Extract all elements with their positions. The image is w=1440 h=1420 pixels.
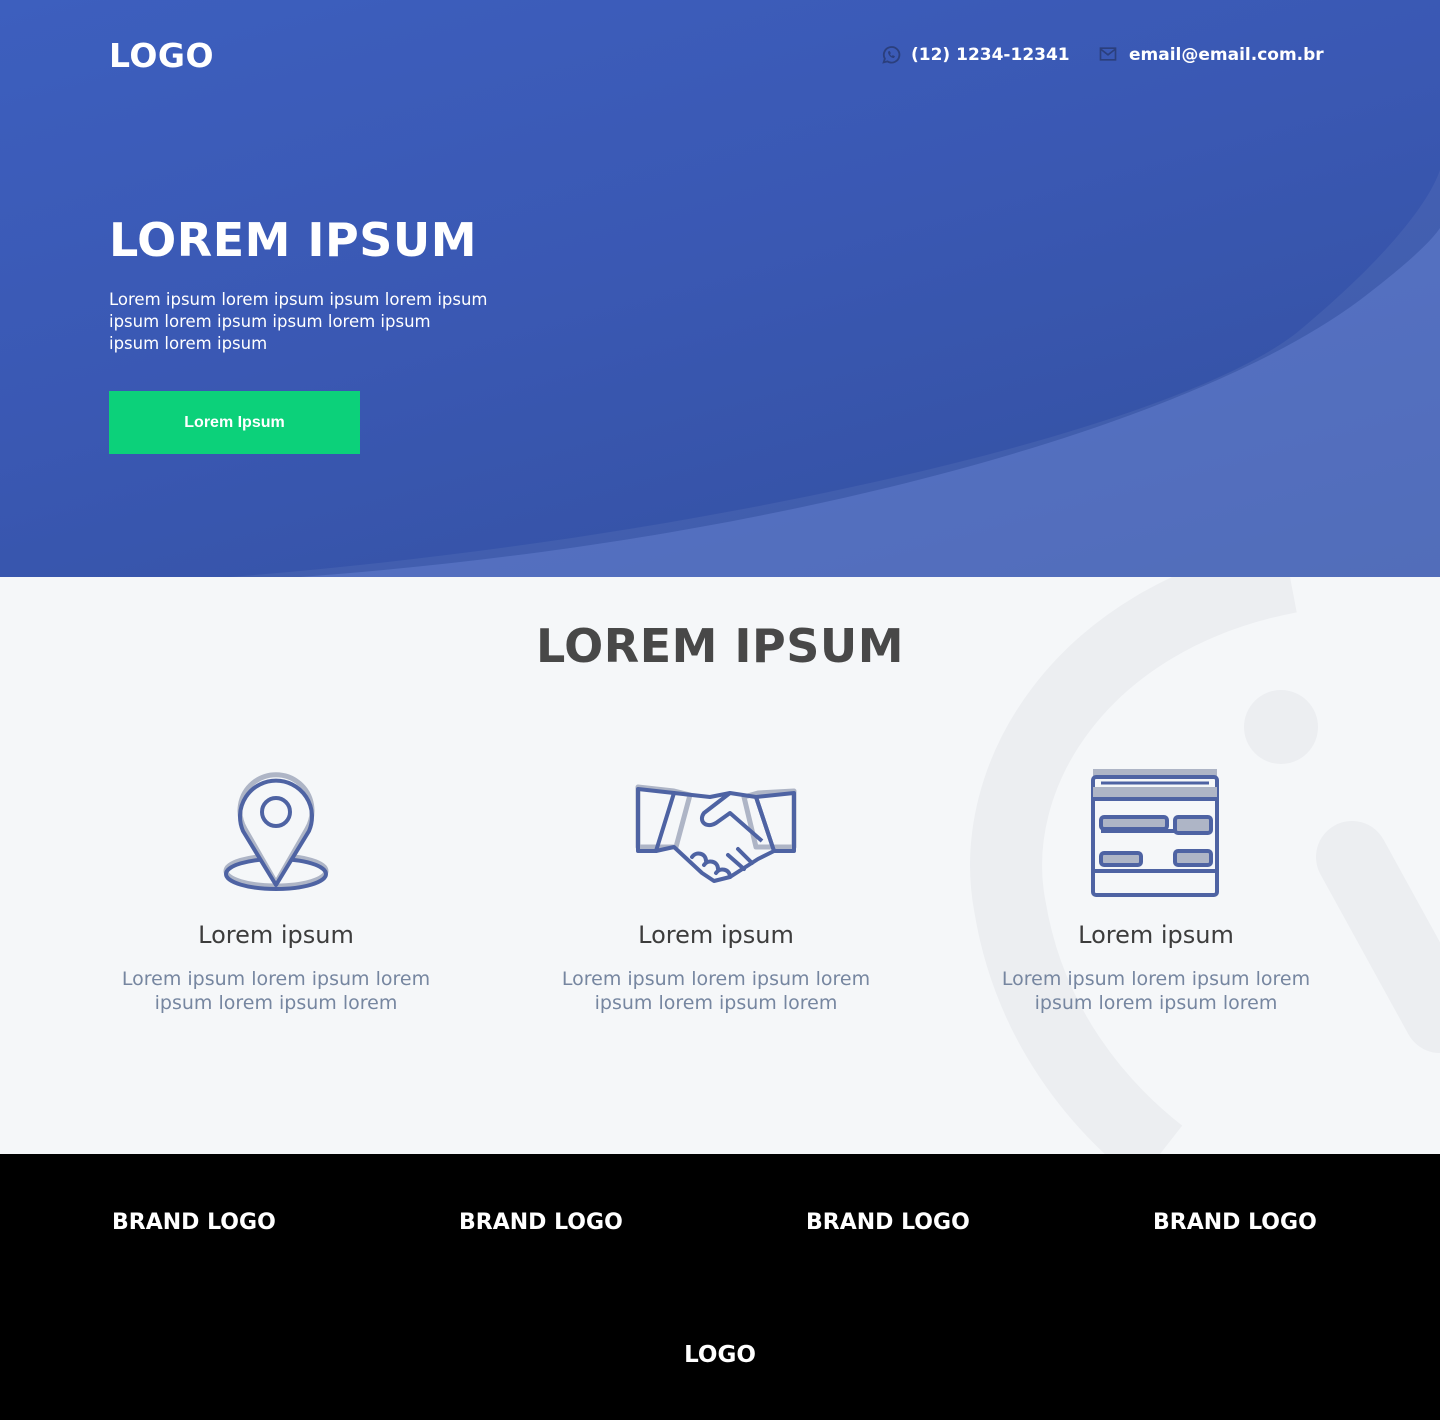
features-section: LOREM IPSUM Lorem ipsum Lorem ipsum lore… [0, 577, 1440, 1154]
brand-logo[interactable]: BRAND LOGO [1153, 1210, 1317, 1235]
feature-description: Lorem ipsum lorem ipsum lorem ipsum lore… [1001, 968, 1311, 1014]
hero-description: Lorem ipsum lorem ipsum ipsum lorem ipsu… [109, 289, 559, 355]
feature-title: Lorem ipsum [198, 921, 354, 949]
mail-icon [1098, 44, 1120, 66]
whatsapp-icon [880, 44, 902, 66]
email-contact[interactable]: email@email.com.br [1098, 44, 1324, 66]
features-title: LOREM IPSUM [536, 619, 904, 673]
feature-card: Lorem ipsum Lorem ipsum lorem ipsum lore… [976, 757, 1336, 1015]
phone-contact[interactable]: (12) 1234-12341 [880, 44, 1070, 66]
feature-title: Lorem ipsum [638, 921, 794, 949]
email-address: email@email.com.br [1129, 45, 1324, 65]
footer-logo[interactable]: LOGO [0, 1342, 1440, 1368]
hero-text-line: Lorem ipsum lorem ipsum ipsum lorem ipsu… [109, 290, 488, 309]
feature-title: Lorem ipsum [1078, 921, 1234, 949]
hero-title: LOREM IPSUM [109, 213, 477, 267]
footer: BRAND LOGO BRAND LOGO BRAND LOGO BRAND L… [0, 1154, 1440, 1420]
hero-text-line: ipsum lorem ipsum ipsum lorem ipsum [109, 312, 431, 331]
feature-description: Lorem ipsum lorem ipsum lorem ipsum lore… [561, 968, 871, 1014]
brand-logo[interactable]: BRAND LOGO [806, 1210, 970, 1235]
brand-logo[interactable]: BRAND LOGO [112, 1210, 276, 1235]
feature-card: Lorem ipsum Lorem ipsum lorem ipsum lore… [536, 757, 896, 1015]
website-layout-icon [976, 757, 1336, 907]
header-logo[interactable]: LOGO [109, 36, 214, 75]
feature-description: Lorem ipsum lorem ipsum lorem ipsum lore… [121, 968, 431, 1014]
hero-section: LOGO (12) 1234-12341 email@email.com.br … [0, 0, 1440, 577]
phone-number: (12) 1234-12341 [911, 45, 1070, 65]
hero-text-line: ipsum lorem ipsum [109, 334, 268, 353]
handshake-icon [536, 757, 896, 907]
feature-card: Lorem ipsum Lorem ipsum lorem ipsum lore… [96, 757, 456, 1015]
location-pin-icon [96, 757, 456, 907]
top-bar: LOGO (12) 1234-12341 email@email.com.br [0, 0, 1440, 108]
brand-logo[interactable]: BRAND LOGO [459, 1210, 623, 1235]
hero-cta-button[interactable]: Lorem Ipsum [109, 391, 360, 454]
